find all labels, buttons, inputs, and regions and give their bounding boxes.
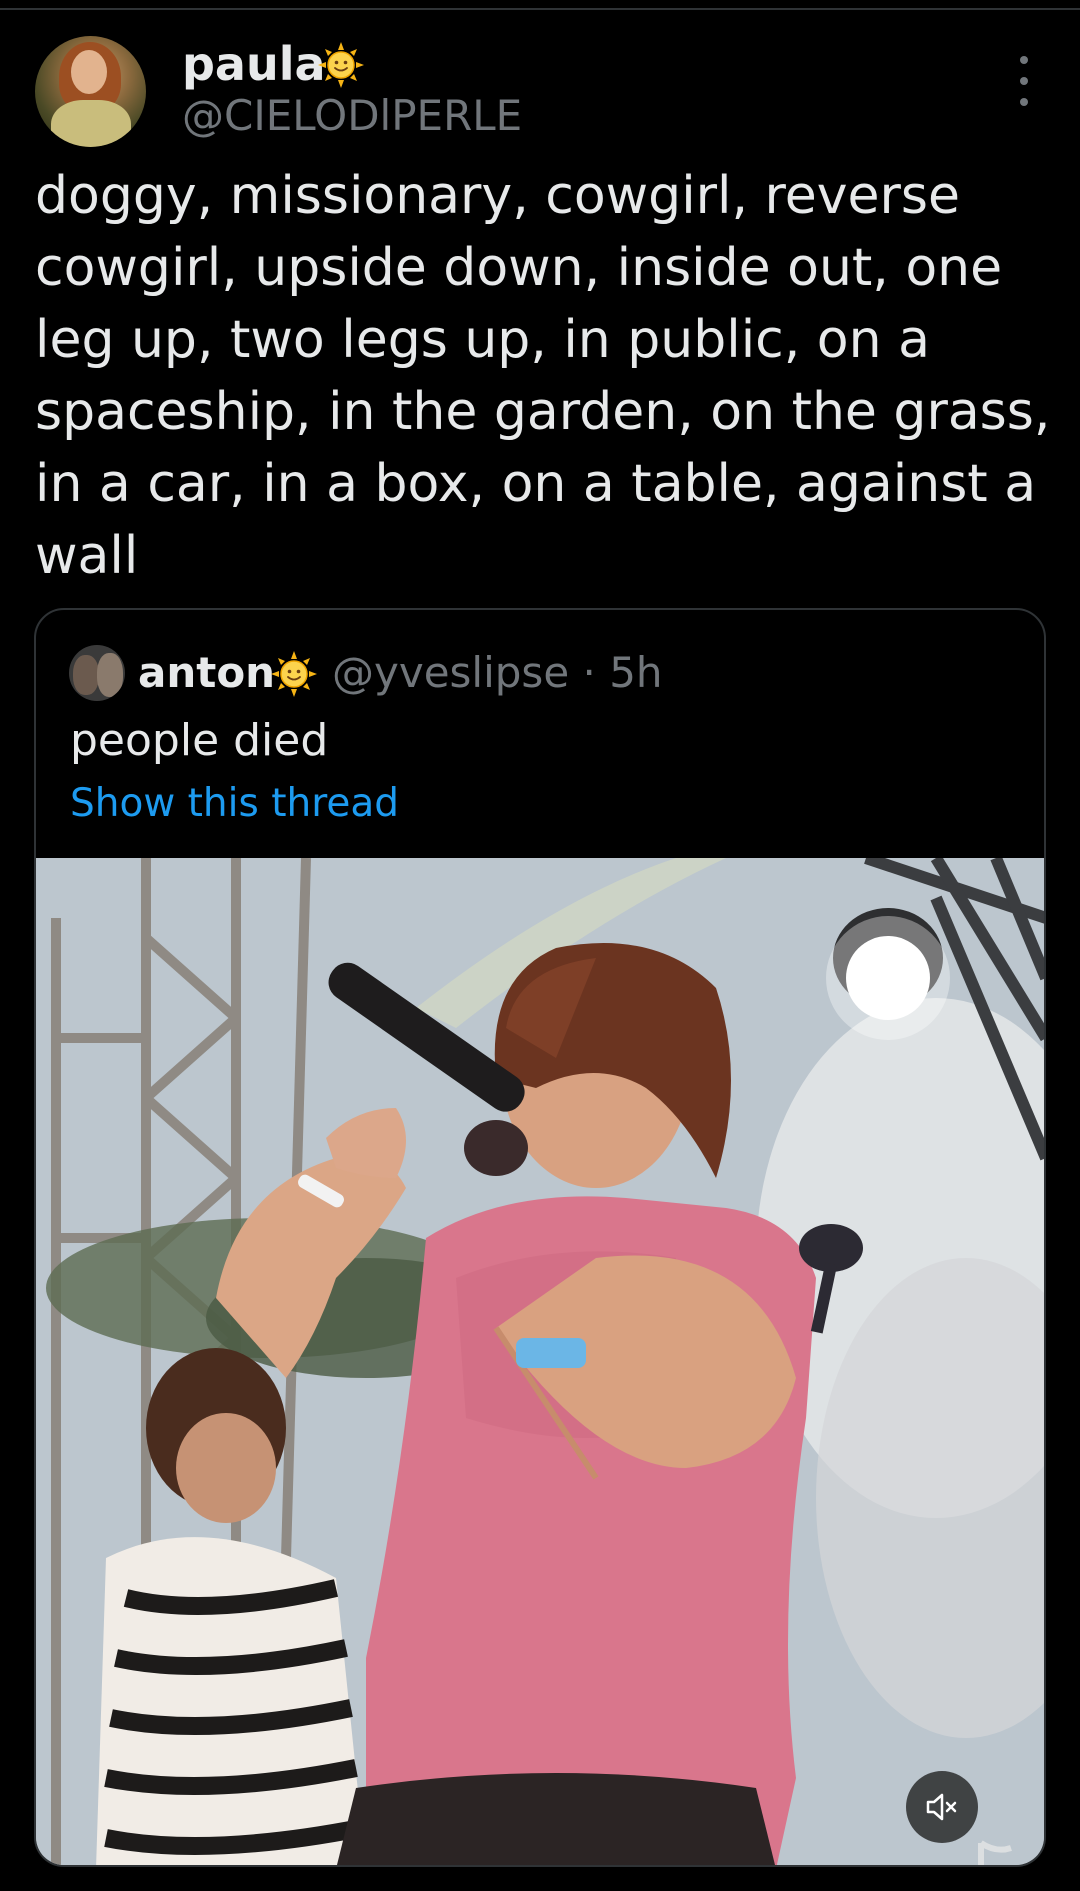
top-divider xyxy=(0,8,1080,10)
show-thread-link[interactable]: Show this thread xyxy=(70,778,399,830)
speaker-muted-icon xyxy=(926,1793,957,1821)
quoted-handle-and-time[interactable]: @yveslipse · 5h xyxy=(332,646,663,700)
more-vertical-icon[interactable] xyxy=(1010,56,1038,106)
sun-face-icon xyxy=(271,651,317,697)
quoted-author-display-name[interactable]: anton xyxy=(138,646,275,700)
video-frame xyxy=(36,858,1044,1865)
author-display-name[interactable]: paula xyxy=(182,36,326,92)
tweet-text: doggy, missionary, cowgirl, reverse cowg… xyxy=(35,166,1051,586)
quoted-author-avatar[interactable] xyxy=(69,645,125,701)
author-handle[interactable]: @CIELODlPERLE xyxy=(182,90,522,142)
quoted-tweet-text: people died xyxy=(70,715,329,766)
sun-face-icon xyxy=(318,42,364,88)
mute-button[interactable] xyxy=(906,1771,978,1843)
video-player[interactable] xyxy=(36,858,1044,1865)
quoted-tweet-card[interactable]: anton @yveslipse · 5h people died Show t… xyxy=(34,608,1046,1867)
author-avatar[interactable] xyxy=(35,36,146,147)
